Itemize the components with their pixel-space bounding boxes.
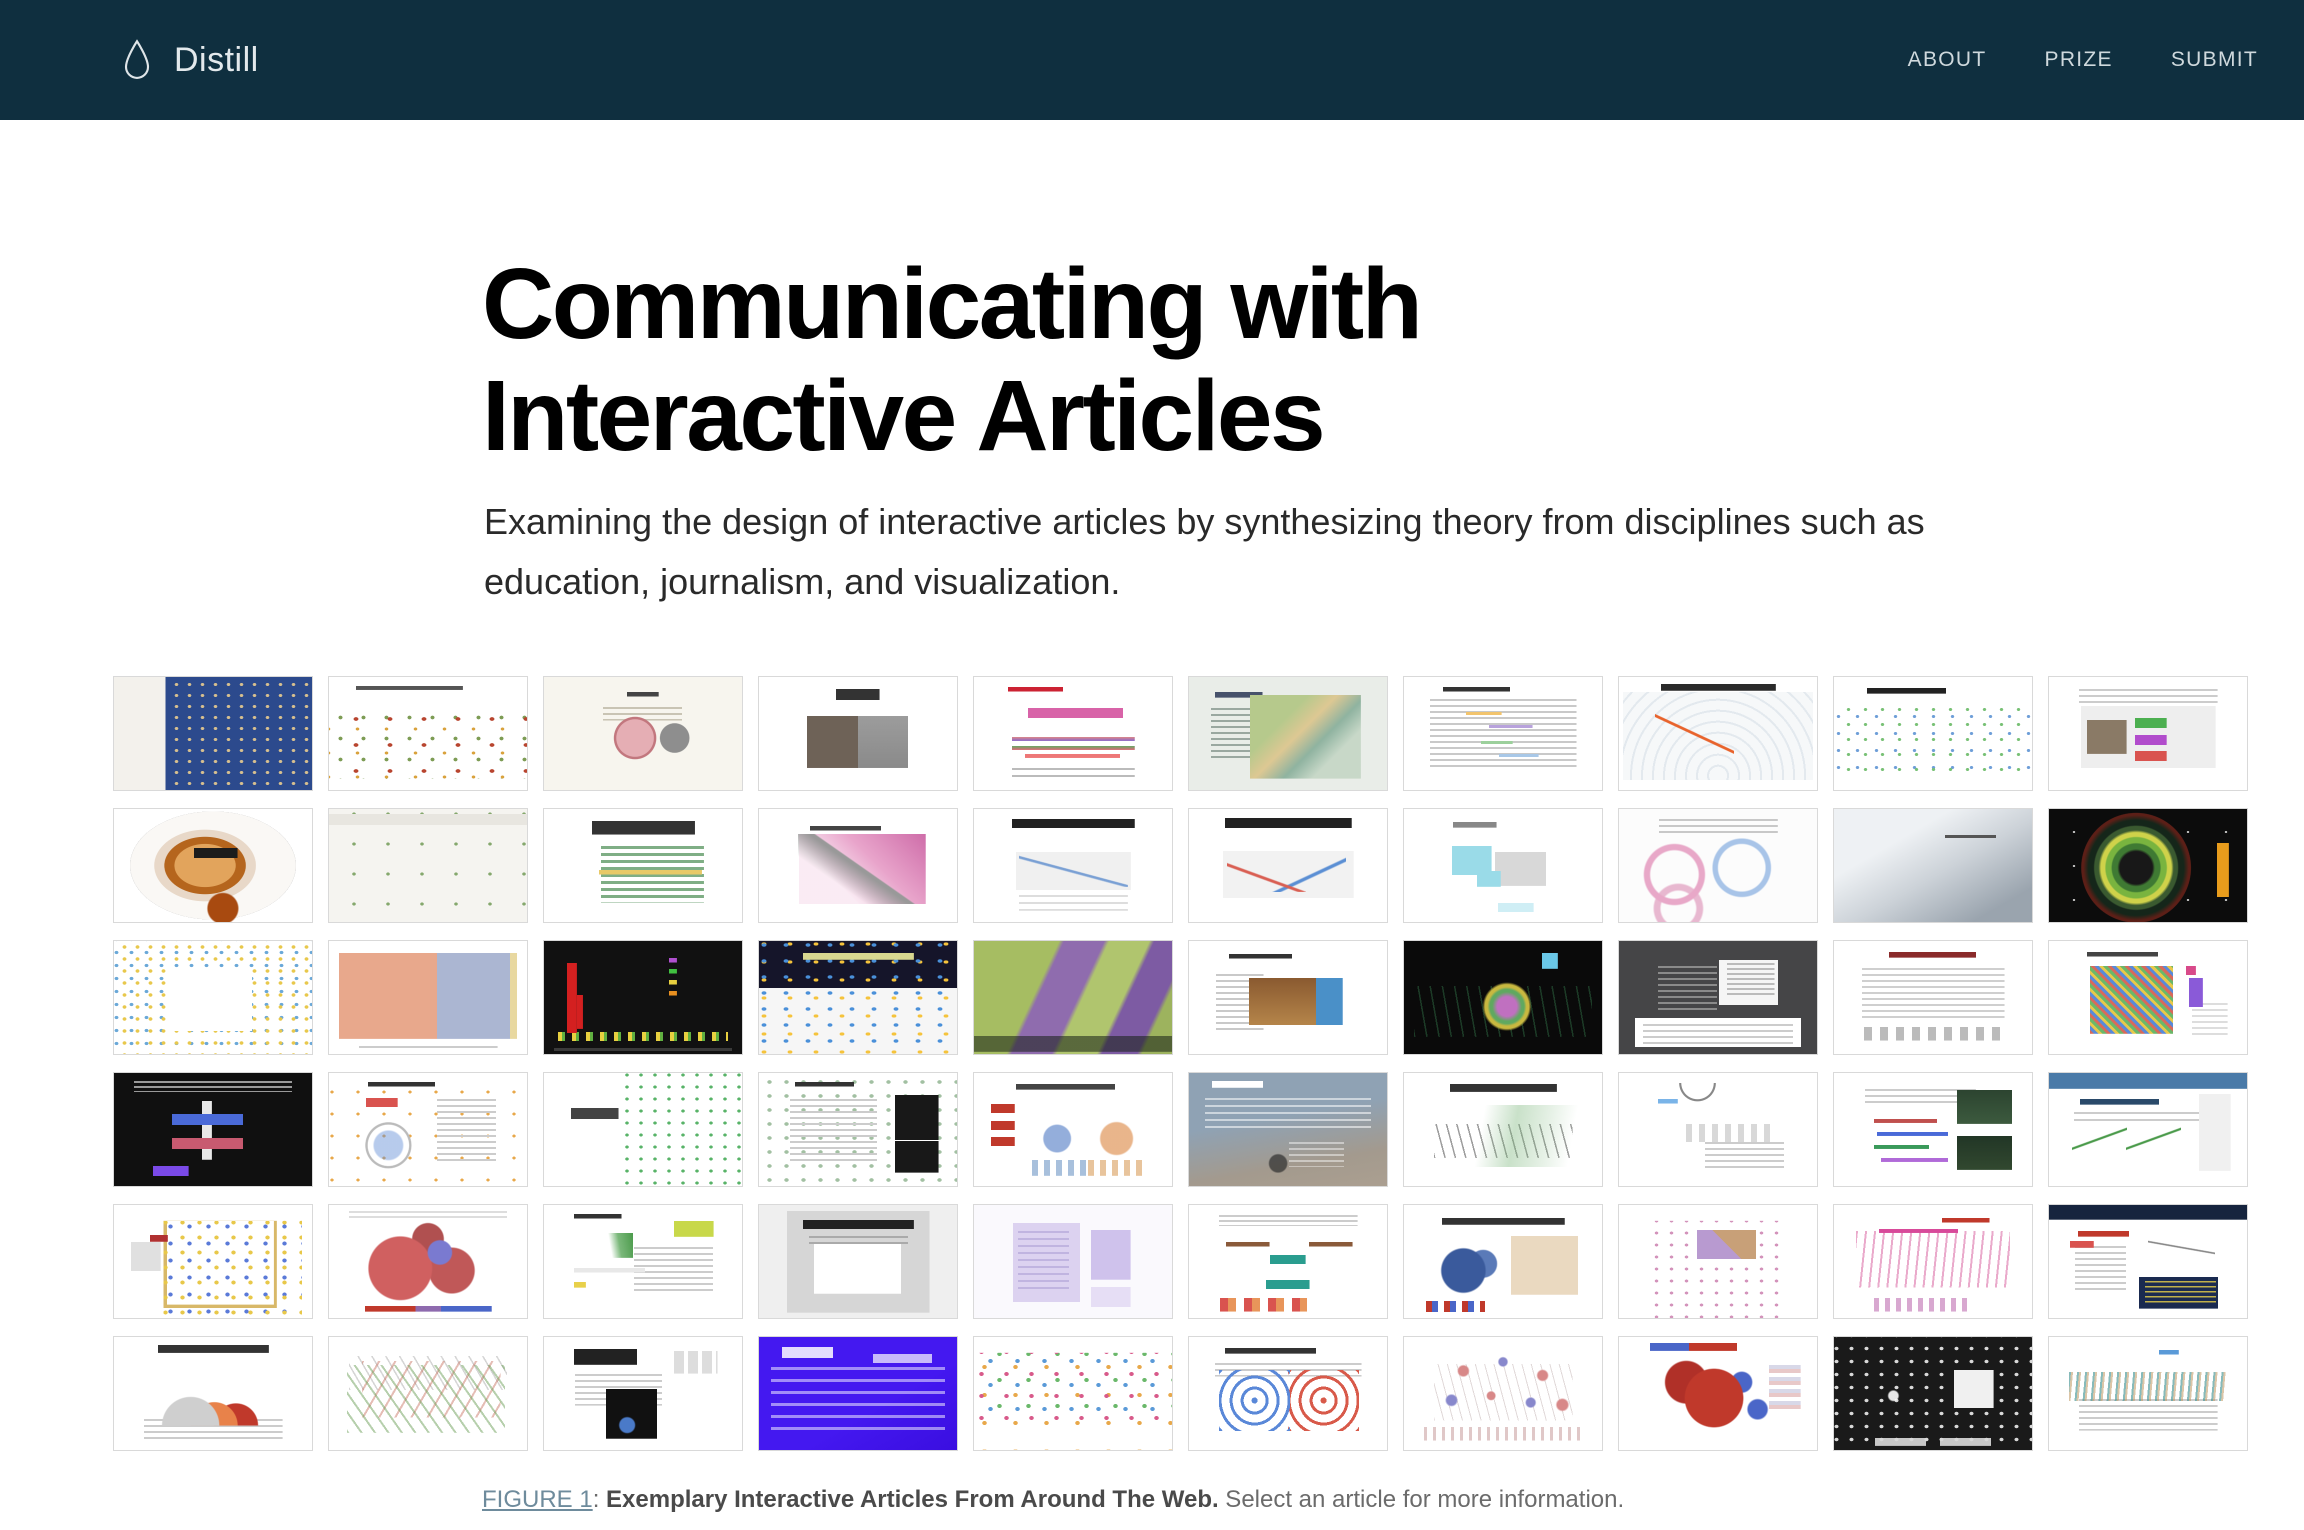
thumb-how-yall-youse-you-guys-talk[interactable]: [1403, 1204, 1603, 1319]
thumb-spend-rightmor-demo[interactable]: [758, 1204, 958, 1319]
thumb-face-matrix-page[interactable]: [758, 676, 958, 791]
thumb-3d-point-cloud-dark[interactable]: [1403, 940, 1603, 1055]
figure-caption-separator: :: [593, 1486, 606, 1513]
thumb-dark-cluster-card[interactable]: [1833, 1336, 2033, 1451]
thumb-nuclear-detonations-timeline[interactable]: [543, 940, 743, 1055]
thumb-colorized-fourier-transform[interactable]: [973, 676, 1173, 791]
page-title: Communicating with Interactive Articles: [482, 248, 1420, 472]
thumb-rain-shadows[interactable]: [1188, 676, 1388, 791]
thumb-dialect-triangle-scatter[interactable]: [1618, 1204, 1818, 1319]
figure-caption-rest: Select an article for more information.: [1219, 1486, 1625, 1513]
thumb-who-beat-the-market[interactable]: [328, 1072, 528, 1187]
thumb-rich-or-not-bar-chart[interactable]: [543, 808, 743, 923]
top-navigation-bar: Distill ABOUT PRIZE SUBMIT: [0, 0, 2304, 120]
thumb-treemap-article[interactable]: [328, 940, 528, 1055]
thumb-parable-of-the-polygons[interactable]: [758, 940, 958, 1055]
thumb-climate-globe-heatmap[interactable]: [113, 808, 313, 923]
thumb-dark-document-views[interactable]: [1618, 940, 1818, 1055]
thumb-winding-path-coils[interactable]: [1188, 1336, 1388, 1451]
thumb-conflict-map-article[interactable]: [1188, 940, 1388, 1055]
thumb-group-decision-figures[interactable]: [1188, 1204, 1388, 1319]
thumb-neural-handwriting[interactable]: [2048, 1336, 2248, 1451]
thumb-drawing-circles-cultures[interactable]: [1618, 808, 1818, 923]
thumb-sine-wave-signal-doc[interactable]: [1618, 1072, 1818, 1187]
page-title-line-2: Interactive Articles: [482, 360, 1420, 472]
thumb-election-map-and-bars[interactable]: [1618, 1336, 1818, 1451]
thumb-snow-fall[interactable]: [1833, 808, 2033, 923]
nav-link-prize[interactable]: PRIZE: [2045, 48, 2113, 72]
thumb-small-multiple-glyph-flowers[interactable]: [973, 1336, 1173, 1451]
thumb-pink-spaghetti-lines[interactable]: [1833, 1204, 2033, 1319]
thumb-us-migration-map[interactable]: [328, 808, 528, 923]
thumb-parametric-press-masthead[interactable]: [543, 1336, 743, 1451]
thumb-particle-trajectory-dark[interactable]: [113, 1072, 313, 1187]
thumb-college-mobility-density[interactable]: [758, 808, 958, 923]
nav-link-submit[interactable]: SUBMIT: [2171, 48, 2258, 72]
water-drop-icon: [122, 38, 152, 82]
thumb-probability-decision-tree[interactable]: [1403, 1336, 1603, 1451]
nav-link-about[interactable]: ABOUT: [1908, 48, 1987, 72]
thumb-explorable-explanations[interactable]: [1833, 940, 2033, 1055]
figure-caption-bold: Exemplary Interactive Articles From Arou…: [606, 1486, 1219, 1513]
thumb-teachable-machine-blocks[interactable]: [2048, 676, 2248, 791]
thumb-moss-photos-code-article[interactable]: [1833, 1072, 2033, 1187]
thumb-voting-systems-sandbox[interactable]: [113, 1204, 313, 1319]
thumb-embedding-scatter-dark-blue[interactable]: [113, 676, 313, 791]
thumb-you-draw-it-drug-overdose[interactable]: [973, 808, 1173, 923]
thumb-beeswarm-code-panels[interactable]: [758, 1072, 958, 1187]
thumb-college-degree-scatterplot[interactable]: [328, 676, 528, 791]
thumb-bbc-climate-radial[interactable]: [2048, 808, 2248, 923]
figure-1-link[interactable]: FIGURE 1: [482, 1486, 593, 1513]
distill-logo-link[interactable]: Distill: [122, 38, 259, 82]
header-nav: ABOUT PRIZE SUBMIT: [1908, 48, 2258, 72]
page-title-line-1: Communicating with: [482, 248, 1420, 360]
figure-grid: [113, 676, 2248, 1451]
thumb-you-draw-it-obama[interactable]: [1188, 808, 1388, 923]
thumb-dot-density-article[interactable]: [113, 940, 313, 1055]
figure-caption: FIGURE 1: Exemplary Interactive Articles…: [482, 1483, 1982, 1517]
thumb-drought-stroke-lines[interactable]: [328, 1336, 528, 1451]
thumb-summer-temperatures-histogram[interactable]: [113, 1336, 313, 1451]
thumb-parametric-press-issue-01[interactable]: [758, 1336, 958, 1451]
thumb-isometric-city-game[interactable]: [973, 940, 1173, 1055]
thumb-why-momentum-really-works[interactable]: [1618, 676, 1818, 791]
thumb-label-tiles[interactable]: [1403, 808, 1603, 923]
thumb-how-to-use-t-sne-effectively[interactable]: [1833, 676, 2033, 791]
logo-wordmark: Distill: [174, 41, 259, 80]
thumb-variable-level-of-detail-documents[interactable]: [1403, 676, 1603, 791]
thumb-simulating-decisions-histograms[interactable]: [973, 1072, 1173, 1187]
thumb-see-for-yourself-market-chart[interactable]: [1403, 1072, 1603, 1187]
thumb-interactions-complex-systems[interactable]: [1188, 1072, 1388, 1187]
thumb-visual-intro-to-machine-learning[interactable]: [543, 1072, 743, 1187]
thumb-financial-calculator-page[interactable]: [543, 1204, 743, 1319]
thumb-pixel-mosaic-chart[interactable]: [2048, 940, 2248, 1055]
thumb-global-temperature[interactable]: [2048, 1204, 2248, 1319]
thumb-the-eye[interactable]: [543, 676, 743, 791]
thumb-election-cartogram[interactable]: [328, 1204, 528, 1319]
thumb-purple-mobile-mockups[interactable]: [973, 1204, 1173, 1319]
thumb-resource-allocation-production[interactable]: [2048, 1072, 2248, 1187]
page-subtitle: Examining the design of interactive arti…: [484, 492, 2004, 613]
